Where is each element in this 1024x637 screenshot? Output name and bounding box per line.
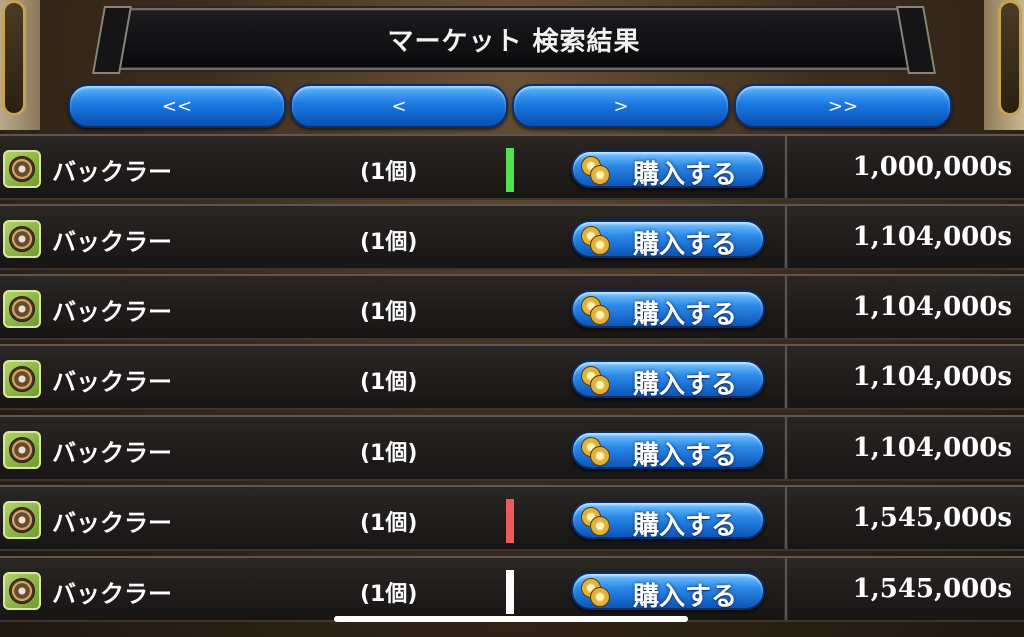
column-divider — [784, 487, 788, 549]
coin-icon — [581, 156, 610, 185]
first-page-button[interactable]: << — [68, 84, 286, 128]
buy-button-label: 購入する — [633, 441, 738, 471]
column-divider — [784, 136, 788, 198]
shield-icon — [9, 156, 35, 182]
buy-button[interactable]: 購入する — [571, 220, 765, 260]
shield-icon — [9, 366, 35, 392]
page-title: マーケット 検索結果 — [387, 26, 641, 57]
buy-button[interactable]: 購入する — [571, 290, 765, 330]
listing-row: バックラー (1個) 購入する 1,545,000s — [0, 485, 1024, 551]
price-trend-indicator — [506, 570, 514, 614]
listing-row: バックラー (1個) 購入する 1,104,000s — [0, 204, 1024, 270]
right-ornament — [998, 0, 1022, 116]
buckler-item-icon — [3, 150, 41, 188]
column-divider — [784, 417, 788, 479]
item-name: バックラー — [52, 580, 172, 608]
coin-icon — [581, 296, 610, 325]
item-name: バックラー — [52, 158, 172, 186]
next-page-button[interactable]: > — [512, 84, 730, 128]
buy-button-label: 購入する — [633, 511, 738, 541]
title-bar: マーケット 検索結果 — [112, 8, 916, 70]
coin-icon — [581, 226, 610, 255]
item-quantity: (1個) — [360, 160, 418, 185]
result-list: バックラー (1個) 購入する 1,000,000s バックラー (1個) 購入する 1,10… — [0, 134, 1024, 637]
item-price: 1,545,000s — [852, 574, 1012, 604]
item-name: バックラー — [52, 439, 172, 467]
coin-icon — [581, 366, 610, 395]
item-price: 1,104,000s — [852, 362, 1012, 392]
pagination: << < > >> — [68, 84, 952, 128]
buckler-item-icon — [3, 290, 41, 328]
last-page-button[interactable]: >> — [734, 84, 952, 128]
column-divider — [784, 558, 788, 620]
buy-button[interactable]: 購入する — [571, 501, 765, 541]
price-trend-indicator — [506, 499, 514, 543]
buckler-item-icon — [3, 431, 41, 469]
item-price: 1,104,000s — [852, 292, 1012, 322]
buy-button-label: 購入する — [633, 160, 738, 190]
column-divider — [784, 276, 788, 338]
item-price: 1,000,000s — [852, 152, 1012, 182]
item-name: バックラー — [52, 298, 172, 326]
buckler-item-icon — [3, 220, 41, 258]
shield-icon — [9, 437, 35, 463]
shield-icon — [9, 226, 35, 252]
item-price: 1,104,000s — [852, 222, 1012, 252]
left-ornament — [2, 0, 26, 116]
listing-row: バックラー (1個) 購入する 1,104,000s — [0, 415, 1024, 481]
listing-row: バックラー (1個) 購入する 1,545,000s — [0, 556, 1024, 622]
buy-button[interactable]: 購入する — [571, 431, 765, 471]
price-trend-indicator — [506, 148, 514, 192]
item-quantity: (1個) — [360, 511, 418, 536]
coin-icon — [581, 437, 610, 466]
shield-icon — [9, 296, 35, 322]
prev-page-button[interactable]: < — [290, 84, 508, 128]
listing-row: バックラー (1個) 購入する 1,000,000s — [0, 134, 1024, 200]
buy-button[interactable]: 購入する — [571, 150, 765, 190]
item-price: 1,104,000s — [852, 433, 1012, 463]
buckler-item-icon — [3, 501, 41, 539]
coin-icon — [581, 507, 610, 536]
item-price: 1,545,000s — [852, 503, 1012, 533]
buckler-item-icon — [3, 360, 41, 398]
listing-row: バックラー (1個) 購入する 1,104,000s — [0, 344, 1024, 410]
buy-button-label: 購入する — [633, 370, 738, 400]
home-indicator[interactable] — [334, 616, 688, 622]
coin-icon — [581, 578, 610, 607]
item-quantity: (1個) — [360, 300, 418, 325]
column-divider — [784, 346, 788, 408]
buy-button-label: 購入する — [633, 230, 738, 260]
item-quantity: (1個) — [360, 441, 418, 466]
item-name: バックラー — [52, 509, 172, 537]
listing-row: バックラー (1個) 購入する 1,104,000s — [0, 274, 1024, 340]
buy-button-label: 購入する — [633, 582, 738, 612]
buy-button[interactable]: 購入する — [571, 360, 765, 400]
buy-button-label: 購入する — [633, 300, 738, 330]
shield-icon — [9, 578, 35, 604]
buckler-item-icon — [3, 572, 41, 610]
column-divider — [784, 206, 788, 268]
item-name: バックラー — [52, 228, 172, 256]
item-quantity: (1個) — [360, 230, 418, 255]
buy-button[interactable]: 購入する — [571, 572, 765, 612]
item-quantity: (1個) — [360, 582, 418, 607]
shield-icon — [9, 507, 35, 533]
item-name: バックラー — [52, 368, 172, 396]
item-quantity: (1個) — [360, 370, 418, 395]
